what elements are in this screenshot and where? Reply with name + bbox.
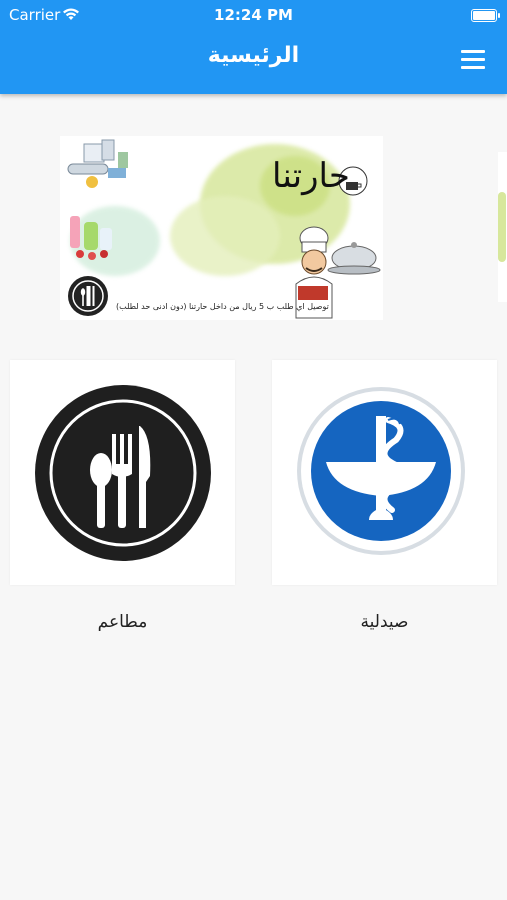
cutlery-logo xyxy=(68,276,108,316)
page-title: الرئيسية xyxy=(207,43,300,68)
banner-slide[interactable]: حارتنا توصيل اي طلب ب 5 ريال من داخل حار… xyxy=(60,136,383,320)
status-time: 12:24 PM xyxy=(214,6,293,24)
category-label-restaurants: مطاعم xyxy=(97,612,148,632)
banner-caption: توصيل اي طلب ب 5 ريال من داخل حارتنا (دو… xyxy=(116,302,329,311)
banner-next-slide[interactable] xyxy=(498,152,507,302)
category-card-pharmacy[interactable] xyxy=(272,360,497,585)
banner-splash xyxy=(170,196,280,276)
category-label-pharmacy: صيدلية xyxy=(360,612,409,632)
hamburger-menu-icon[interactable] xyxy=(461,50,485,70)
app-bar: Carrier 12:24 PM الرئيسية xyxy=(0,0,507,94)
restaurant-cutlery-icon xyxy=(35,385,211,561)
status-bar: Carrier 12:24 PM xyxy=(0,4,507,26)
drinks-illustration xyxy=(70,216,112,260)
banner-carousel[interactable]: حارتنا توصيل اي طلب ب 5 ريال من داخل حار… xyxy=(0,136,507,322)
battery-icon xyxy=(471,9,500,22)
medicine-illustration xyxy=(67,139,128,188)
banner-title: حارتنا xyxy=(272,156,350,196)
category-card-restaurants[interactable] xyxy=(10,360,235,585)
pharmacy-snake-bowl-icon xyxy=(297,387,465,555)
